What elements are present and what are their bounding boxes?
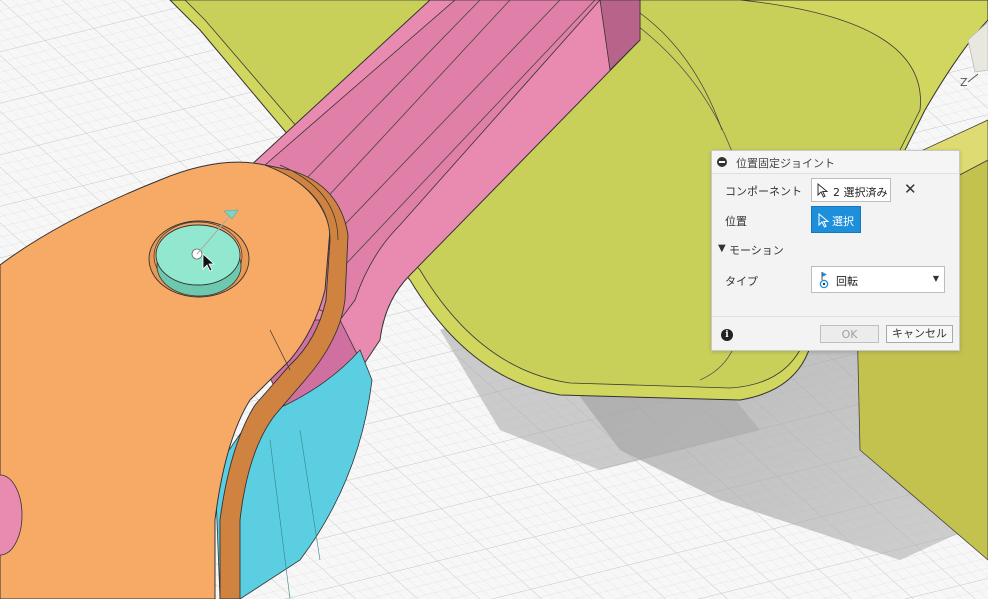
dialog-footer: i OK キャンセル xyxy=(712,316,959,351)
position-select-label: 選択 xyxy=(832,215,854,228)
component-selection-button[interactable]: 2 選択済み xyxy=(811,178,891,202)
rigid-joint-dialog: 位置固定ジョイント コンポーネント 2 選択済み ✕ 位置 選択 ▼ モーション… xyxy=(711,150,960,351)
select-cursor-icon xyxy=(818,213,830,228)
select-cursor-icon xyxy=(817,183,829,198)
collapse-icon[interactable] xyxy=(717,157,727,167)
info-icon[interactable]: i xyxy=(721,329,733,341)
revolute-icon xyxy=(819,272,829,289)
expand-triangle-icon[interactable]: ▼ xyxy=(718,243,726,254)
motion-section-header[interactable]: モーション xyxy=(729,242,784,258)
close-icon[interactable]: ✕ xyxy=(904,180,917,198)
component-label: コンポーネント xyxy=(725,185,802,198)
type-label: タイプ xyxy=(725,275,758,288)
position-label: 位置 xyxy=(725,215,747,228)
component-selection-count: 2 選択済み xyxy=(833,186,888,199)
dialog-title: 位置固定ジョイント xyxy=(736,157,835,170)
cancel-button[interactable]: キャンセル xyxy=(886,325,953,343)
chevron-down-icon: ▼ xyxy=(932,274,939,283)
viewcube-axis-label: Z xyxy=(960,76,968,89)
motion-type-value: 回転 xyxy=(836,275,858,288)
ok-button[interactable]: OK xyxy=(820,325,879,343)
position-select-button[interactable]: 選択 xyxy=(811,206,861,233)
motion-type-dropdown[interactable]: 回転 ▼ xyxy=(811,266,945,293)
dialog-header: 位置固定ジョイント xyxy=(712,151,959,174)
